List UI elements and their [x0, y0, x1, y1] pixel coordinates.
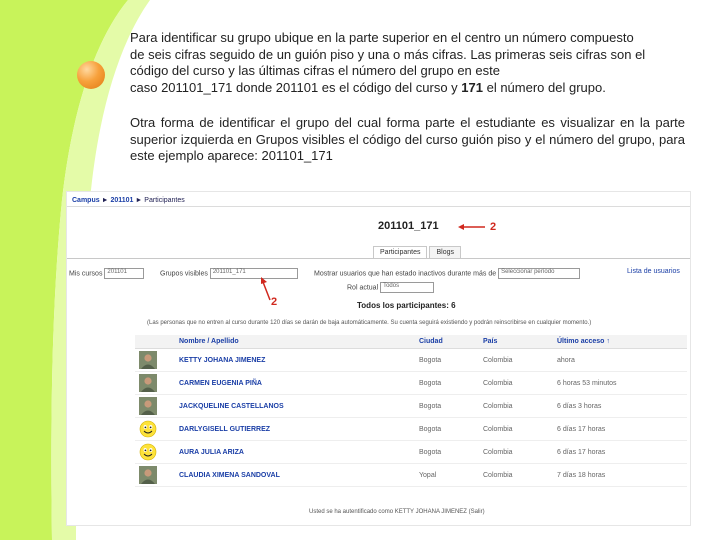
tab-divider: [67, 258, 690, 259]
instruction-line: de seis cifras seguido de un guión piso …: [130, 46, 646, 62]
table-body: KETTY JOHANA JIMENEZ Bogota Colombia ahora C…: [135, 348, 687, 487]
orange-bullet-icon: [77, 61, 105, 89]
participants-screenshot: Campus ► 201101 ► Participantes 201101_1…: [66, 191, 691, 526]
breadcrumb-separator-icon: ►: [135, 197, 143, 204]
table-row: CARMEN EUGENIA PIÑA Bogota Colombia 6 horas…: [135, 371, 687, 395]
my-courses-filter: Mis cursos 201101: [69, 268, 145, 279]
participant-last-access: 6 horas 53 minutos: [553, 371, 687, 395]
smiley-icon[interactable]: [139, 420, 157, 438]
breadcrumb-campus-link[interactable]: Campus: [72, 197, 100, 204]
participant-city: Bogota: [415, 394, 479, 418]
participant-country: Colombia: [479, 417, 553, 441]
role-select[interactable]: Todos: [380, 282, 435, 293]
annotation-number: 2: [271, 296, 278, 308]
smiley-icon[interactable]: [139, 443, 157, 461]
role-filter: Rol actual Todos: [347, 282, 435, 293]
photo-icon[interactable]: [139, 374, 157, 392]
visible-groups-label: Grupos visibles: [160, 270, 208, 278]
column-header-last-access[interactable]: Último acceso ↑: [553, 335, 687, 349]
participant-name-link[interactable]: CLAUDIA XIMENA SANDOVAL: [175, 463, 415, 487]
table-row: KETTY JOHANA JIMENEZ Bogota Colombia ahora: [135, 348, 687, 372]
avatar-cell: [135, 463, 175, 487]
role-label: Rol actual: [347, 284, 379, 292]
breadcrumb: Campus ► 201101 ► Participantes: [72, 197, 185, 204]
breadcrumb-current: Participantes: [144, 197, 185, 204]
red-arrow-left-icon: [458, 224, 485, 230]
participant-city: Bogota: [415, 348, 479, 372]
inactive-users-label: Mostrar usuarios que han estado inactivo…: [314, 270, 497, 278]
avatar-cell: [135, 371, 175, 395]
participant-last-access: 6 días 17 horas: [553, 417, 687, 441]
avatar-cell: [135, 440, 175, 464]
participants-table: Nombre / Apellido Ciudad País Último acc…: [135, 335, 687, 487]
participant-country: Colombia: [479, 371, 553, 395]
inactive-users-filter: Mostrar usuarios que han estado inactivo…: [314, 268, 581, 279]
participant-name-link[interactable]: KETTY JOHANA JIMENEZ: [175, 348, 415, 372]
participant-city: Bogota: [415, 371, 479, 395]
participant-last-access: 6 días 3 horas: [553, 394, 687, 418]
participant-last-access: 7 días 18 horas: [553, 463, 687, 487]
participant-city: Yopal: [415, 463, 479, 487]
annotation-number: 2: [490, 221, 497, 233]
avatar-column-header: [135, 335, 175, 349]
avatar-cell: [135, 348, 175, 372]
participant-name-link[interactable]: AURA JULIA ARIZA: [175, 440, 415, 464]
participant-country: Colombia: [479, 394, 553, 418]
instruction-paragraph-1: Para identificar su grupo ubique en la p…: [130, 30, 685, 96]
table-row: AURA JULIA ARIZA Bogota Colombia 6 días 17 …: [135, 440, 687, 464]
breadcrumb-divider: [67, 206, 690, 207]
group-number-bold: 171: [461, 79, 483, 95]
avatar-cell: [135, 417, 175, 441]
table-header-row: Nombre / Apellido Ciudad País Último acc…: [135, 335, 687, 349]
participant-name-link[interactable]: DARLYGISELL GUTIERREZ: [175, 417, 415, 441]
participant-country: Colombia: [479, 463, 553, 487]
column-header-city[interactable]: Ciudad: [415, 335, 479, 349]
breadcrumb-separator-icon: ►: [101, 197, 109, 204]
instruction-line: código del curso y las últimas cifras el…: [130, 63, 500, 78]
visible-groups-filter: Grupos visibles 201101_171: [160, 268, 298, 279]
tab-participants[interactable]: Participantes: [373, 246, 428, 258]
participant-last-access: ahora: [553, 348, 687, 372]
photo-icon[interactable]: [139, 397, 157, 415]
instruction-paragraph-2: Otra forma de identificar el grupo del c…: [130, 115, 685, 163]
avatar-cell: [135, 394, 175, 418]
participant-city: Bogota: [415, 440, 479, 464]
my-courses-label: Mis cursos: [69, 270, 103, 278]
inactive-period-select[interactable]: Seleccionar período: [498, 268, 581, 279]
participant-country: Colombia: [479, 440, 553, 464]
column-header-country[interactable]: País: [479, 335, 553, 349]
inactivity-note: (Las personas que no entren al curso dur…: [147, 320, 592, 326]
participant-name-link[interactable]: CARMEN EUGENIA PIÑA: [175, 371, 415, 395]
visible-groups-select[interactable]: 201101_171: [209, 268, 298, 279]
instruction-line: caso 201101_171 donde 201101 es el códig…: [130, 79, 462, 95]
column-header-name[interactable]: Nombre / Apellido: [175, 335, 415, 349]
tab-blogs[interactable]: Blogs: [429, 246, 461, 258]
table-row: JACKQUELINE CASTELLANOS Bogota Colombia 6 d…: [135, 394, 687, 418]
participant-city: Bogota: [415, 417, 479, 441]
participant-name-link[interactable]: JACKQUELINE CASTELLANOS: [175, 394, 415, 418]
user-list-link[interactable]: Lista de usuarios: [627, 268, 680, 275]
tab-bar: Participantes Blogs: [373, 246, 463, 258]
participant-last-access: 6 días 17 horas: [553, 440, 687, 464]
group-title: 201101_171: [378, 220, 439, 232]
table-row: DARLYGISELL GUTIERREZ Bogota Colombia 6 día…: [135, 417, 687, 441]
table-row: CLAUDIA XIMENA SANDOVAL Yopal Colombia 7 dí…: [135, 463, 687, 487]
instruction-line: el número del grupo.: [482, 79, 606, 95]
instruction-line: Para identificar su grupo ubique en la p…: [130, 30, 634, 45]
participants-count: Todos los participantes: 6: [357, 301, 456, 310]
breadcrumb-course-link[interactable]: 201101: [110, 197, 133, 204]
my-courses-select[interactable]: 201101: [104, 268, 145, 279]
photo-icon[interactable]: [139, 466, 157, 484]
participant-country: Colombia: [479, 348, 553, 372]
login-status: Usted se ha autentificado como KETTY JOH…: [309, 509, 485, 515]
photo-icon[interactable]: [139, 351, 157, 369]
